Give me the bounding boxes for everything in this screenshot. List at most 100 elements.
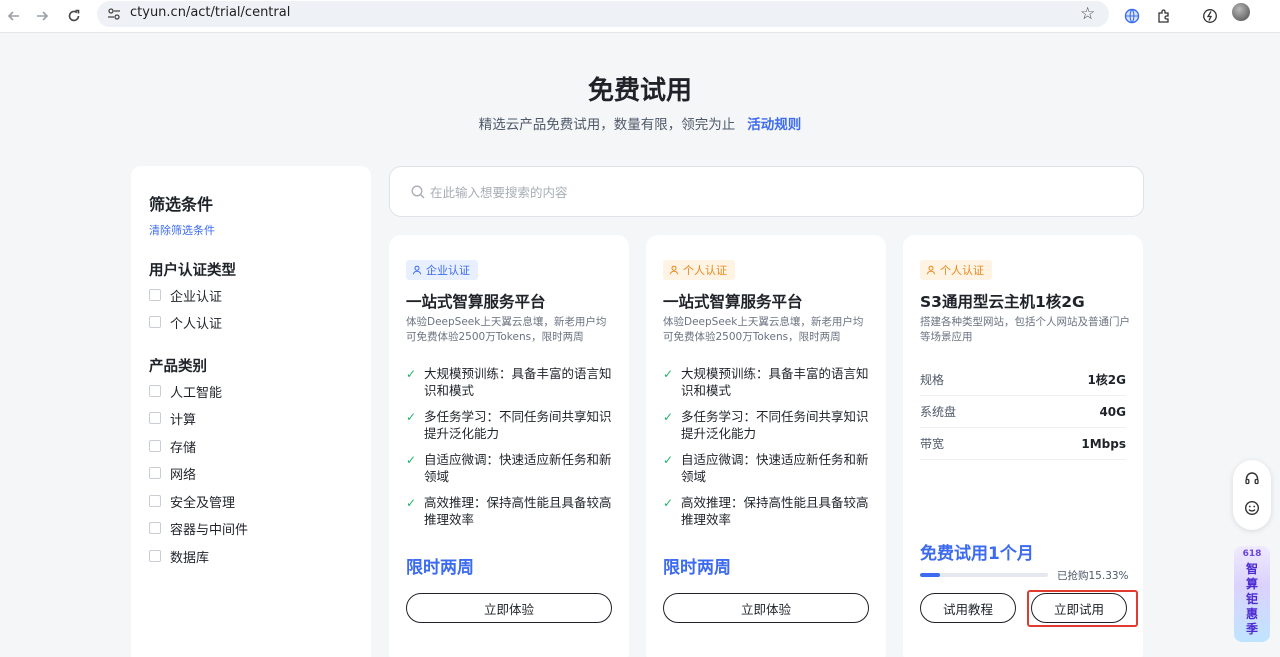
purchase-progress-bar — [920, 573, 1048, 577]
enterprise-auth-badge: 企业认证 — [406, 260, 478, 280]
check-icon: ✓ — [663, 496, 674, 510]
search-input[interactable] — [430, 181, 1110, 203]
product-card: 企业认证 一站式智算服务平台 体验DeepSeek上天翼云息壤，新老用户均可免费… — [389, 235, 629, 657]
clear-filters-link[interactable]: 清除筛选条件 — [149, 222, 215, 238]
option-label: 计算 — [170, 412, 197, 428]
promo-label: 限时两周 — [663, 558, 731, 578]
checkbox[interactable] — [149, 467, 161, 479]
checkbox[interactable] — [149, 412, 161, 424]
filter-option-database[interactable]: 数据库 — [149, 547, 210, 566]
subtitle-text: 精选云产品免费试用，数量有限，领完为止 — [478, 117, 736, 133]
feature-text: 高效推理：保持高性能且具备较高推理效率 — [424, 495, 612, 527]
checkbox[interactable] — [149, 550, 161, 562]
option-label: 个人认证 — [170, 316, 223, 332]
check-icon: ✓ — [663, 453, 674, 467]
filter-option-ai[interactable]: 人工智能 — [149, 382, 223, 401]
headset-icon[interactable] — [1242, 469, 1262, 489]
page-subtitle: 精选云产品免费试用，数量有限，领完为止 活动规则 — [0, 113, 1280, 133]
card-description: 体验DeepSeek上天翼云息壤，新老用户均可免费体验2500万Tokens，限… — [406, 316, 607, 343]
checkbox[interactable] — [149, 495, 161, 507]
activity-rules-link[interactable]: 活动规则 — [747, 117, 801, 133]
check-icon: ✓ — [406, 367, 417, 381]
card-description: 搭建各种类型网站，包括个人网站及普通门户等场景应用 — [920, 316, 1130, 343]
progress-text: 已抢购15.33% — [1057, 570, 1129, 582]
feature-list: ✓ 大规模预训练：具备丰富的语言知识和模式 ✓ 多任务学习：不同任务间共享知识提升泛… — [663, 365, 873, 537]
feedback-smile-icon[interactable] — [1242, 498, 1262, 518]
filter-option-container[interactable]: 容器与中间件 — [149, 519, 249, 538]
filter-option-security[interactable]: 安全及管理 — [149, 492, 235, 511]
option-label: 存储 — [170, 440, 197, 456]
option-label: 人工智能 — [170, 385, 223, 401]
filter-option-personal[interactable]: 个人认证 — [149, 313, 223, 332]
promo-label: 限时两周 — [406, 558, 474, 578]
globe-icon[interactable] — [1121, 5, 1143, 27]
feature-item: ✓ 自适应微调：快速适应新任务和新领域 — [663, 451, 873, 485]
url-text[interactable]: ctyun.cn/act/trial/central — [130, 5, 290, 20]
checkbox[interactable] — [149, 522, 161, 534]
bookmark-star-icon[interactable]: ☆ — [1080, 4, 1095, 24]
try-now-button[interactable]: 立即体验 — [663, 593, 869, 623]
spec-label: 系统盘 — [920, 405, 957, 419]
option-label: 数据库 — [170, 550, 210, 566]
spec-value: 1核2G — [1087, 373, 1126, 387]
search-icon — [411, 184, 425, 203]
product-card: 个人认证 一站式智算服务平台 体验DeepSeek上天翼云息壤，新老用户均可免费… — [646, 235, 886, 657]
personal-auth-badge: 个人认证 — [663, 260, 735, 280]
feature-text: 多任务学习：不同任务间共享知识提升泛化能力 — [424, 409, 612, 441]
forward-icon[interactable] — [30, 4, 54, 28]
filter-option-network[interactable]: 网络 — [149, 464, 197, 483]
checkbox[interactable] — [149, 316, 161, 328]
try-now-button[interactable]: 立即试用 — [1031, 593, 1127, 623]
checkbox[interactable] — [149, 440, 161, 452]
feature-text: 多任务学习：不同任务间共享知识提升泛化能力 — [681, 409, 869, 441]
card-title: S3通用型云主机1核2G — [920, 293, 1085, 311]
feature-text: 自适应微调：快速适应新任务和新领域 — [424, 452, 612, 484]
feature-item: ✓ 多任务学习：不同任务间共享知识提升泛化能力 — [663, 408, 873, 442]
filter-title: 筛选条件 — [149, 195, 214, 214]
progress-fill — [920, 573, 940, 577]
spec-row-bandwidth: 带宽 1Mbps — [920, 428, 1126, 460]
check-icon: ✓ — [406, 453, 417, 467]
filter-option-storage[interactable]: 存储 — [149, 437, 197, 456]
promo-tag: 618 — [1242, 549, 1262, 559]
feature-item: ✓ 多任务学习：不同任务间共享知识提升泛化能力 — [406, 408, 616, 442]
feature-text: 自适应微调：快速适应新任务和新领域 — [681, 452, 869, 484]
personal-auth-badge: 个人认证 — [920, 260, 992, 280]
user-icon — [669, 265, 679, 275]
feature-item: ✓ 高效推理：保持高性能且具备较高推理效率 — [663, 494, 873, 528]
checkbox[interactable] — [149, 385, 161, 397]
checkbox[interactable] — [149, 289, 161, 301]
feature-item: ✓ 大规模预训练：具备丰富的语言知识和模式 — [663, 365, 873, 399]
option-label: 企业认证 — [170, 289, 223, 305]
back-icon[interactable] — [2, 4, 26, 28]
feature-text: 高效推理：保持高性能且具备较高推理效率 — [681, 495, 869, 527]
filter-option-compute[interactable]: 计算 — [149, 409, 197, 428]
page-title: 免费试用 — [587, 76, 692, 106]
check-icon: ✓ — [663, 367, 674, 381]
feature-item: ✓ 大规模预训练：具备丰富的语言知识和模式 — [406, 365, 616, 399]
site-settings-icon[interactable] — [106, 6, 122, 22]
promo-618-widget[interactable]: 618 智 算 钜 惠 季 — [1234, 546, 1270, 642]
product-card: 个人认证 S3通用型云主机1核2G 搭建各种类型网站，包括个人网站及普通门户等场… — [903, 235, 1143, 657]
search-box[interactable] — [389, 166, 1144, 217]
product-category-heading: 产品类别 — [149, 359, 207, 375]
feature-text: 大规模预训练：具备丰富的语言知识和模式 — [424, 366, 612, 398]
performance-icon[interactable] — [1199, 5, 1221, 27]
spec-label: 带宽 — [920, 437, 945, 451]
user-icon — [412, 265, 422, 275]
badge-label: 个人认证 — [940, 264, 984, 277]
spec-label: 规格 — [920, 373, 945, 387]
option-label: 网络 — [170, 467, 197, 483]
option-label: 容器与中间件 — [170, 522, 249, 538]
filter-option-enterprise[interactable]: 企业认证 — [149, 286, 223, 305]
user-icon — [926, 265, 936, 275]
profile-avatar[interactable] — [1232, 3, 1250, 21]
promo-label: 免费试用1个月 — [920, 544, 1034, 564]
try-now-button[interactable]: 立即体验 — [406, 593, 612, 623]
trial-tutorial-button[interactable]: 试用教程 — [920, 593, 1016, 623]
spec-row-size: 规格 1核2G — [920, 364, 1126, 396]
extensions-icon[interactable] — [1153, 5, 1175, 27]
reload-icon[interactable] — [62, 4, 86, 28]
browser-toolbar: ctyun.cn/act/trial/central ☆ — [0, 0, 1280, 33]
card-title: 一站式智算服务平台 — [663, 293, 803, 311]
